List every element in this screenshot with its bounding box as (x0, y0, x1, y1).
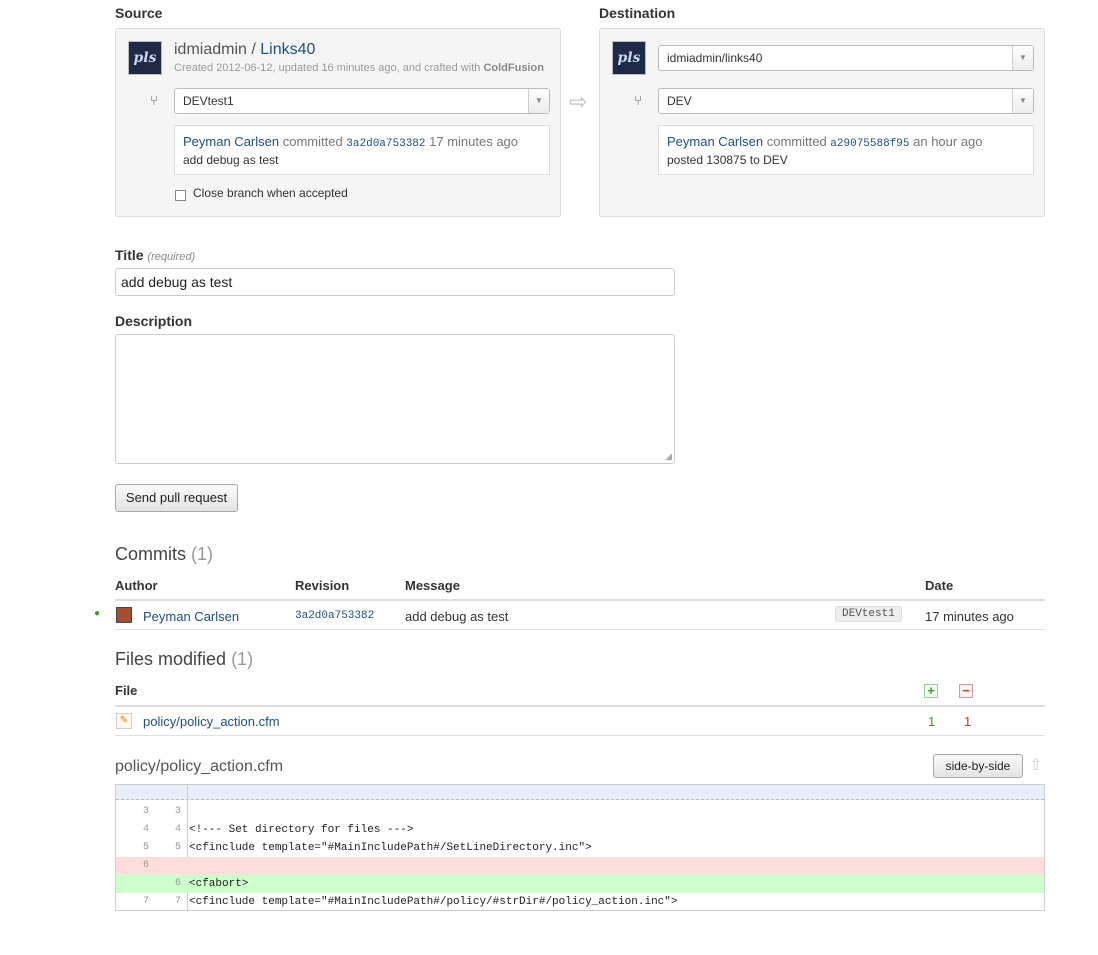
commit-hash-link[interactable]: 3a2d0a753382 (346, 138, 425, 150)
diff-file-title: policy/policy_action.cfm (115, 758, 284, 775)
diff-skipped-lines[interactable] (116, 785, 1044, 800)
diff-view: 33 4 4 <!--- Set directory for files ---> … (115, 784, 1045, 911)
col-revision: Revision (295, 578, 350, 593)
destination-label: Destination (599, 5, 676, 21)
diff-line: 7 7 <cfinclude template="#MainIncludePath#… (142, 896, 678, 908)
diff-line: 4 4 <!--- Set directory for files ---> (142, 824, 414, 836)
resize-handle-icon[interactable]: ◢ (665, 451, 672, 462)
destination-repo-avatar: pls (612, 41, 646, 75)
lines-added-icon: + (924, 684, 938, 698)
col-date: Date (925, 578, 954, 593)
file-modified-icon: ✎ (116, 713, 132, 729)
files-row-divider (115, 735, 1045, 736)
diff-line: 5 5 <cfinclude template="#MainIncludePath#… (142, 842, 592, 854)
title-input[interactable]: add debug as test (115, 268, 675, 296)
destination-commit-summary: Peyman Carlsen committed a29075588f95 an… (658, 125, 1034, 175)
commit-revision-link[interactable]: 3a2d0a753382 (295, 610, 374, 622)
commit-author-link[interactable]: Peyman Carlsen (667, 134, 763, 149)
commit-author-link[interactable]: Peyman Carlsen (143, 609, 239, 624)
commit-hash-link[interactable]: a29075588f95 (830, 138, 909, 150)
source-label: Source (115, 5, 163, 21)
commit-author-avatar (116, 607, 132, 623)
description-textarea[interactable]: ◢ (115, 334, 675, 464)
commit-dot-icon: ● (94, 608, 101, 619)
branch-icon: ⑂ (150, 93, 158, 108)
source-repo-link[interactable]: Links40 (260, 41, 315, 58)
source-repo-title: idmiadmin / Links40 (174, 41, 316, 58)
branch-tag: DEVtest1 (835, 606, 902, 622)
source-branch-select[interactable]: DEVtest1 ▼ (174, 88, 550, 114)
chevron-down-icon: ▼ (1012, 46, 1033, 70)
commits-header-divider (115, 599, 1045, 601)
destination-repo-select[interactable]: idmiadmin/links40 ▼ (658, 45, 1034, 71)
lines-removed-icon: − (959, 684, 973, 698)
commit-message: posted 130875 to DEV (667, 153, 788, 167)
destination-branch-select[interactable]: DEV ▼ (658, 88, 1034, 114)
source-repo-meta: Created 2012-06-12, updated 16 minutes a… (174, 62, 544, 74)
commit-author-link[interactable]: Peyman Carlsen (183, 134, 279, 149)
col-message: Message (405, 578, 460, 593)
commit-date: 17 minutes ago (925, 609, 1014, 624)
file-link[interactable]: policy/policy_action.cfm (143, 714, 280, 729)
title-label: Title (required) (115, 247, 196, 263)
file-added-count: 1 (928, 714, 936, 729)
send-pull-request-button[interactable]: Send pull request (115, 484, 238, 512)
commit-message: add debug as test (183, 153, 279, 167)
diff-line-removed: 6 (116, 857, 1044, 875)
col-author: Author (115, 578, 158, 593)
side-by-side-button[interactable]: side-by-side (933, 754, 1023, 778)
commits-row-divider (115, 629, 1045, 630)
close-branch-checkbox[interactable] (175, 190, 186, 201)
destination-panel: pls idmiadmin/links40 ▼ ⑂ DEV ▼ Peyman C… (599, 28, 1045, 217)
source-repo-avatar: pls (128, 41, 162, 75)
collapse-up-icon[interactable]: ⇧ (1029, 755, 1042, 775)
diff-line: 33 (142, 806, 181, 817)
chevron-down-icon: ▼ (528, 89, 549, 113)
source-panel: pls idmiadmin / Links40 Created 2012-06-… (115, 28, 561, 217)
diff-line-added: 6 <cfabort> (116, 875, 1044, 893)
source-repo-owner: idmiadmin (174, 41, 247, 58)
close-branch-label[interactable]: Close branch when accepted (193, 186, 348, 200)
files-header-divider (115, 705, 1045, 707)
file-removed-count: 1 (964, 714, 972, 729)
source-commit-summary: Peyman Carlsen committed 3a2d0a753382 17… (174, 125, 550, 175)
description-label: Description (115, 313, 193, 329)
files-heading: Files modified (1) (115, 649, 254, 669)
branch-icon: ⑂ (634, 93, 642, 108)
chevron-down-icon: ▼ (1012, 89, 1033, 113)
col-file: File (115, 683, 138, 698)
commits-heading: Commits (1) (115, 544, 214, 564)
commit-message: add debug as test (405, 609, 509, 624)
arrow-right-icon: ⇨ (569, 89, 588, 114)
